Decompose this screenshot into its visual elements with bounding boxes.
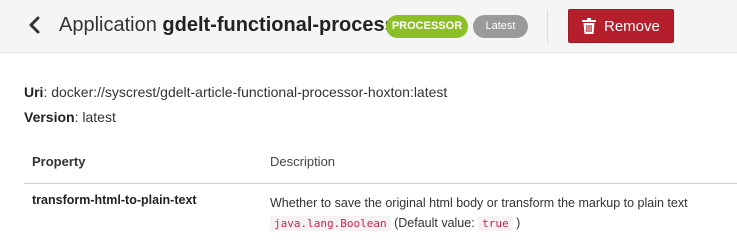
- version-badge: Latest: [473, 15, 528, 38]
- trash-icon: [582, 18, 596, 34]
- property-type-line: java.lang.Boolean (Default value: true ): [270, 213, 688, 234]
- property-type: java.lang.Boolean: [270, 216, 391, 231]
- chevron-left-icon: [29, 16, 40, 34]
- default-suffix: ): [516, 216, 521, 230]
- remove-button-label: Remove: [604, 18, 660, 35]
- application-name: gdelt-functional-processor: [162, 14, 416, 36]
- version-value: latest: [82, 109, 116, 125]
- version-line: Version: latest: [24, 109, 116, 125]
- table-row: transform-html-to-plain-text Whether to …: [24, 184, 737, 250]
- uri-line: Uri: docker://syscrest/gdelt-article-fun…: [24, 84, 448, 100]
- column-header-description: Description: [270, 154, 336, 169]
- default-prefix: (Default value:: [394, 216, 475, 230]
- page-header: Application gdelt-functional-processor P…: [0, 0, 737, 53]
- type-badge: PROCESSOR: [386, 15, 468, 38]
- uri-value: docker://syscrest/gdelt-article-function…: [51, 84, 448, 100]
- header-divider: [547, 10, 548, 44]
- property-description: Whether to save the original html body o…: [270, 196, 688, 210]
- version-label: Version: [24, 109, 75, 125]
- remove-button[interactable]: Remove: [568, 9, 674, 43]
- uri-label: Uri: [24, 84, 44, 100]
- back-button[interactable]: [24, 12, 46, 38]
- title-prefix: Application: [59, 14, 157, 36]
- column-header-property: Property: [32, 154, 86, 169]
- property-name: transform-html-to-plain-text: [32, 193, 197, 207]
- page-title: Application gdelt-functional-processor: [59, 11, 416, 39]
- properties-table-header: Property Description: [24, 143, 737, 184]
- default-value: true: [478, 216, 513, 231]
- property-description-cell: Whether to save the original html body o…: [270, 193, 688, 234]
